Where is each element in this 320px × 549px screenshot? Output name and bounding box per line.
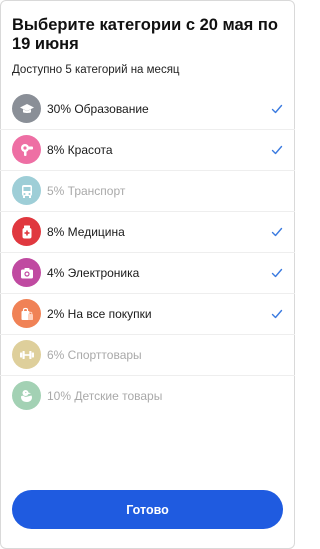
category-label: 8% Медицина [47, 225, 125, 239]
done-button[interactable]: Готово [12, 490, 283, 529]
hair-dryer-icon [12, 135, 41, 164]
page-subtitle: Доступно 5 категорий на месяц [12, 64, 180, 76]
category-item[interactable]: 8% Красота [0, 130, 295, 171]
duck-icon [12, 381, 41, 410]
checkmark-icon [271, 266, 283, 278]
shopping-bag-icon [12, 299, 41, 328]
category-item[interactable]: 8% Медицина [0, 212, 295, 253]
category-label: 10% Детские товары [47, 389, 163, 403]
checkmark-icon [271, 102, 283, 114]
category-list: 30% Образование 8% Красота 5% Транспорт 8% … [0, 89, 295, 416]
category-item[interactable]: 5% Транспорт [0, 171, 295, 212]
checkmark-icon [271, 143, 283, 155]
category-label: 2% На все покупки [47, 307, 152, 321]
category-label: 30% Образование [47, 102, 149, 116]
bus-icon [12, 176, 41, 205]
category-item[interactable]: 2% На все покупки [0, 294, 295, 335]
category-label: 4% Электроника [47, 266, 140, 280]
category-label: 8% Красота [47, 143, 113, 157]
checkmark-icon [271, 307, 283, 319]
category-label: 5% Транспорт [47, 184, 126, 198]
category-item[interactable]: 6% Спорттовары [0, 335, 295, 376]
dumbbell-icon [12, 340, 41, 369]
category-item[interactable]: 30% Образование [0, 89, 295, 130]
category-item[interactable]: 4% Электроника [0, 253, 295, 294]
camera-icon [12, 258, 41, 287]
category-label: 6% Спорттовары [47, 348, 142, 362]
medicine-icon [12, 217, 41, 246]
page-title: Выберите категории с 20 мая по 19 июня [12, 16, 278, 53]
checkmark-icon [271, 225, 283, 237]
category-item[interactable]: 10% Детские товары [0, 376, 295, 416]
graduation-cap-icon [12, 94, 41, 123]
